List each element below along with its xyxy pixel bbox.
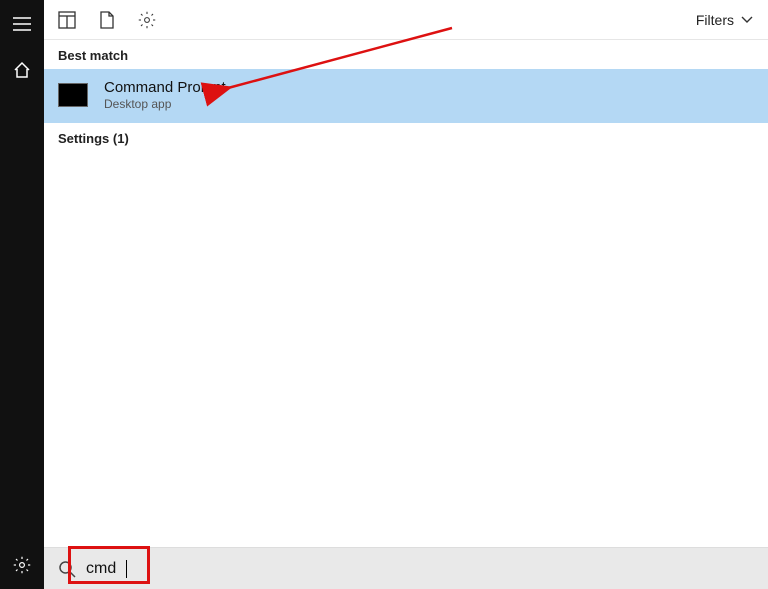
text-caret: [126, 560, 127, 578]
command-prompt-icon: [58, 83, 88, 107]
search-bar: cmd: [44, 547, 768, 589]
apps-filter-icon[interactable]: [58, 11, 76, 29]
result-command-prompt[interactable]: Command Prompt Desktop app: [44, 69, 768, 123]
chevron-down-icon: [740, 15, 754, 25]
filters-dropdown[interactable]: Filters: [696, 12, 754, 28]
search-icon: [58, 560, 76, 578]
top-toolbar: Filters: [44, 0, 768, 40]
home-icon[interactable]: [12, 60, 32, 80]
best-match-heading: Best match: [44, 40, 768, 69]
settings-filter-icon[interactable]: [138, 11, 156, 29]
result-subtitle: Desktop app: [104, 97, 226, 111]
start-sidebar: [0, 0, 44, 589]
documents-filter-icon[interactable]: [98, 11, 116, 29]
search-panel: Filters Best match Command Prompt Deskto…: [44, 0, 768, 589]
settings-heading[interactable]: Settings (1): [44, 123, 768, 152]
menu-icon[interactable]: [12, 14, 32, 34]
filters-label: Filters: [696, 12, 734, 28]
settings-gear-icon[interactable]: [12, 555, 32, 575]
result-title: Command Prompt: [104, 79, 226, 96]
search-input-text[interactable]: cmd: [86, 560, 116, 578]
